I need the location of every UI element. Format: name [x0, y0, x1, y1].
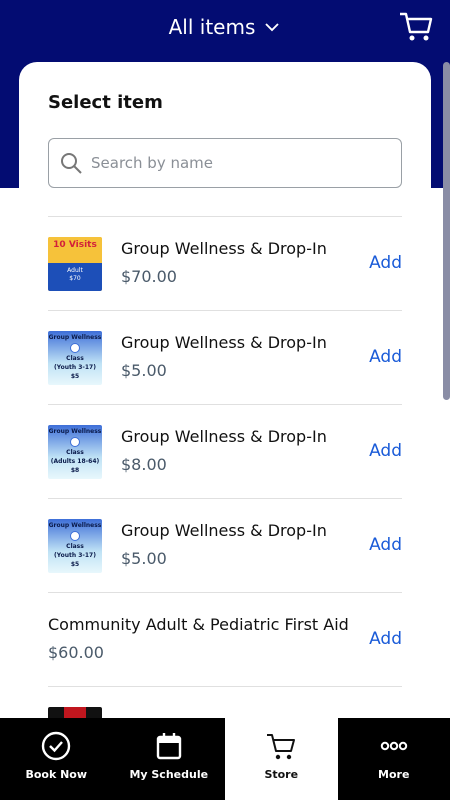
- item-price: $60.00: [48, 643, 104, 662]
- item-price: $5.00: [121, 361, 167, 380]
- page-title: Select item: [48, 92, 163, 113]
- scrollbar[interactable]: [443, 62, 450, 400]
- bottom-tab-bar: Book Now My Schedule Store More: [0, 718, 450, 800]
- item-thumbnail: Group Wellness Class (Youth 3-17) $5: [48, 331, 102, 385]
- add-button[interactable]: Add: [369, 535, 402, 555]
- tab-label: Book Now: [25, 768, 88, 781]
- tab-label: Store: [264, 768, 299, 781]
- tab-store[interactable]: Store: [225, 718, 338, 800]
- cart-icon[interactable]: [398, 8, 434, 44]
- category-dropdown-label: All items: [168, 15, 256, 39]
- item-thumbnail: Group Wellness Class (Adults 18-64) $8: [48, 425, 102, 479]
- add-button[interactable]: Add: [369, 441, 402, 461]
- item-name: Group Wellness & Drop-In: [121, 427, 327, 446]
- tab-more[interactable]: More: [337, 718, 450, 800]
- logo-icon: [70, 343, 80, 353]
- category-dropdown[interactable]: All items: [0, 12, 450, 42]
- add-button[interactable]: Add: [369, 253, 402, 273]
- tab-book-now[interactable]: Book Now: [0, 718, 113, 800]
- item-name: Group Wellness & Drop-In: [121, 239, 327, 258]
- item-thumbnail: 10 Visits Adult $70: [48, 237, 102, 291]
- item-list: 10 Visits Adult $70 Group Wellness & Drop…: [48, 216, 402, 722]
- list-item[interactable]: Group Wellness Class (Adults 18-64) $8 Gro…: [48, 404, 402, 498]
- check-circle-icon: [42, 731, 71, 761]
- logo-icon: [70, 437, 80, 447]
- search-icon: [61, 153, 82, 174]
- item-name: Group Wellness & Drop-In: [121, 333, 327, 352]
- tab-label: My Schedule: [129, 768, 209, 781]
- cart-icon: [267, 734, 296, 760]
- add-button[interactable]: Add: [369, 347, 402, 367]
- chevron-down-icon: [265, 23, 280, 32]
- item-picker-card: Select item 10 Visits Adult$70 Group Wel…: [19, 62, 431, 722]
- calendar-icon: [156, 733, 181, 760]
- item-price: $5.00: [121, 549, 167, 568]
- tab-label: More: [378, 768, 410, 781]
- item-name: Community Adult & Pediatric First Aid: [48, 615, 349, 634]
- list-item[interactable]: Group Wellness Class (Youth 3-17) $5 Group…: [48, 498, 402, 592]
- list-item[interactable]: Community Adult & Pediatric First Aid $6…: [48, 592, 402, 686]
- list-item[interactable]: [48, 686, 402, 722]
- logo-icon: [70, 531, 80, 541]
- item-price: $8.00: [121, 455, 167, 474]
- list-item[interactable]: 10 Visits Adult $70 Group Wellness & Drop…: [48, 216, 402, 310]
- list-item[interactable]: Group Wellness Class (Youth 3-17) $5 Group…: [48, 310, 402, 404]
- add-button[interactable]: Add: [369, 629, 402, 649]
- item-thumbnail: Group Wellness Class (Youth 3-17) $5: [48, 519, 102, 573]
- search-box[interactable]: [48, 138, 402, 188]
- item-price: $70.00: [121, 267, 177, 286]
- more-icon: [380, 741, 407, 751]
- tab-my-schedule[interactable]: My Schedule: [112, 718, 225, 800]
- search-input[interactable]: [91, 154, 371, 172]
- item-name: Group Wellness & Drop-In: [121, 521, 327, 540]
